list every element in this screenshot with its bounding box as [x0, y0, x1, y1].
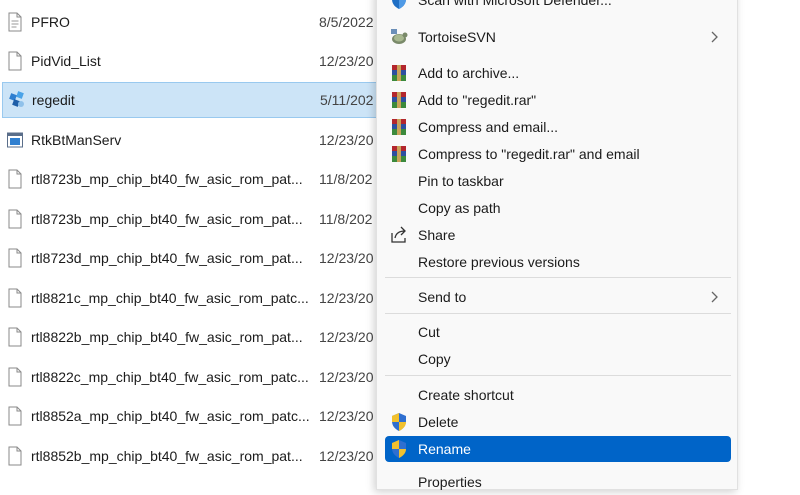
file-row-pfro[interactable]: PFRO 8/5/2022	[0, 4, 392, 40]
file-name: rtl8821c_mp_chip_bt40_fw_asic_rom_patc..…	[31, 290, 309, 306]
menu-separator	[385, 375, 731, 376]
file-row-rtkbtmanserv[interactable]: RtkBtManServ 12/23/20	[0, 122, 392, 158]
blank-file-icon	[8, 209, 22, 229]
menu-item-share[interactable]: Share	[385, 222, 731, 248]
file-row-rtl8852b[interactable]: rtl8852b_mp_chip_bt40_fw_asic_rom_pat...…	[0, 438, 392, 474]
file-name: PidVid_List	[31, 53, 101, 69]
menu-label: Create shortcut	[418, 387, 514, 403]
chevron-right-icon	[711, 31, 718, 43]
file-date: 8/5/2022	[319, 14, 374, 30]
blank-file-icon	[8, 406, 22, 426]
winrar-icon	[392, 92, 406, 108]
menu-item-compress-rar-email[interactable]: Compress to "regedit.rar" and email	[385, 141, 731, 167]
blank-file-icon	[8, 169, 22, 189]
file-date: 12/23/20	[319, 250, 374, 266]
menu-label: Compress and email...	[418, 119, 559, 135]
regedit-icon	[9, 91, 24, 107]
uac-shield-icon	[392, 413, 406, 431]
menu-label: Restore previous versions	[418, 254, 580, 270]
menu-label: Copy as path	[418, 200, 501, 216]
file-date: 5/11/202	[320, 92, 374, 108]
share-icon	[391, 226, 406, 243]
file-row-rtl8852a[interactable]: rtl8852a_mp_chip_bt40_fw_asic_rom_patc..…	[0, 398, 392, 434]
menu-label: Copy	[418, 351, 451, 367]
menu-label: Pin to taskbar	[418, 173, 504, 189]
menu-label: Cut	[418, 324, 440, 340]
menu-item-properties[interactable]: Properties	[385, 469, 731, 495]
file-date: 12/23/20	[319, 290, 374, 306]
file-name: rtl8723b_mp_chip_bt40_fw_asic_rom_pat...	[31, 211, 303, 227]
blank-file-icon	[8, 51, 22, 71]
menu-label: Compress to "regedit.rar" and email	[418, 146, 640, 162]
file-row-regedit[interactable]: regedit 5/11/202	[2, 82, 392, 118]
file-name: PFRO	[31, 14, 70, 30]
tortoisesvn-icon	[391, 29, 408, 44]
menu-label: Add to "regedit.rar"	[418, 92, 537, 108]
file-name: RtkBtManServ	[31, 132, 122, 148]
file-date: 12/23/20	[319, 369, 374, 385]
defender-shield-icon	[392, 0, 406, 9]
file-date: 12/23/20	[319, 132, 374, 148]
file-row-rtl8821c[interactable]: rtl8821c_mp_chip_bt40_fw_asic_rom_patc..…	[0, 280, 392, 316]
menu-item-scan-defender[interactable]: Scan with Microsoft Defender...	[385, 0, 731, 13]
menu-label: Share	[418, 227, 456, 243]
application-icon	[7, 132, 23, 148]
file-name: regedit	[32, 92, 75, 108]
file-name: rtl8723d_mp_chip_bt40_fw_asic_rom_pat...	[31, 250, 303, 266]
winrar-icon	[392, 65, 406, 81]
blank-file-icon	[8, 446, 22, 466]
file-name: rtl8822c_mp_chip_bt40_fw_asic_rom_patc..…	[31, 369, 309, 385]
blank-file-icon	[8, 327, 22, 347]
menu-label: Delete	[418, 414, 459, 430]
menu-item-compress-email[interactable]: Compress and email...	[385, 114, 731, 140]
winrar-icon	[392, 146, 406, 162]
blank-file-icon	[8, 248, 22, 268]
file-date: 11/8/202	[319, 171, 373, 187]
file-name: rtl8852b_mp_chip_bt40_fw_asic_rom_pat...	[31, 448, 303, 464]
file-row-rtl8822c[interactable]: rtl8822c_mp_chip_bt40_fw_asic_rom_patc..…	[0, 359, 392, 395]
menu-label: Send to	[418, 289, 467, 305]
chevron-right-icon	[711, 291, 718, 303]
menu-item-rename[interactable]: Rename	[385, 436, 731, 462]
file-date: 12/23/20	[319, 329, 374, 345]
file-name: rtl8852a_mp_chip_bt40_fw_asic_rom_patc..…	[31, 408, 310, 424]
context-menu: Scan with Microsoft Defender... Tortoise…	[376, 0, 738, 490]
menu-label: Add to archive...	[418, 65, 520, 81]
menu-label: Scan with Microsoft Defender...	[418, 0, 612, 8]
file-date: 11/8/202	[319, 211, 373, 227]
menu-item-add-to-archive[interactable]: Add to archive...	[385, 60, 731, 86]
file-date: 12/23/20	[319, 408, 374, 424]
menu-item-tortoisesvn[interactable]: TortoiseSVN	[385, 24, 731, 50]
menu-item-copy[interactable]: Copy	[385, 346, 731, 372]
menu-label: TortoiseSVN	[418, 29, 496, 45]
menu-separator	[385, 313, 731, 314]
file-name: rtl8822b_mp_chip_bt40_fw_asic_rom_pat...	[31, 329, 303, 345]
menu-item-cut[interactable]: Cut	[385, 319, 731, 345]
file-row-rtl8723b-1[interactable]: rtl8723b_mp_chip_bt40_fw_asic_rom_pat...…	[0, 161, 392, 197]
text-file-icon	[8, 12, 22, 32]
file-row-rtl8723b-2[interactable]: rtl8723b_mp_chip_bt40_fw_asic_rom_pat...…	[0, 201, 392, 237]
menu-item-copy-as-path[interactable]: Copy as path	[385, 195, 731, 221]
uac-shield-icon	[392, 440, 406, 458]
menu-item-pin-taskbar[interactable]: Pin to taskbar	[385, 168, 731, 194]
menu-item-create-shortcut[interactable]: Create shortcut	[385, 382, 731, 408]
file-row-rtl8723d[interactable]: rtl8723d_mp_chip_bt40_fw_asic_rom_pat...…	[0, 240, 392, 276]
blank-file-icon	[8, 288, 22, 308]
file-row-rtl8822b[interactable]: rtl8822b_mp_chip_bt40_fw_asic_rom_pat...…	[0, 319, 392, 355]
file-row-pidvid-list[interactable]: PidVid_List 12/23/20	[0, 43, 392, 79]
menu-label: Properties	[418, 474, 482, 490]
file-date: 12/23/20	[319, 448, 374, 464]
file-name: rtl8723b_mp_chip_bt40_fw_asic_rom_pat...	[31, 171, 303, 187]
blank-file-icon	[8, 367, 22, 387]
menu-label: Rename	[418, 441, 471, 457]
menu-item-add-to-rar[interactable]: Add to "regedit.rar"	[385, 87, 731, 113]
menu-item-delete[interactable]: Delete	[385, 409, 731, 435]
winrar-icon	[392, 119, 406, 135]
menu-item-restore-versions[interactable]: Restore previous versions	[385, 249, 731, 275]
file-date: 12/23/20	[319, 53, 374, 69]
menu-item-send-to[interactable]: Send to	[385, 284, 731, 310]
menu-separator	[385, 277, 731, 278]
